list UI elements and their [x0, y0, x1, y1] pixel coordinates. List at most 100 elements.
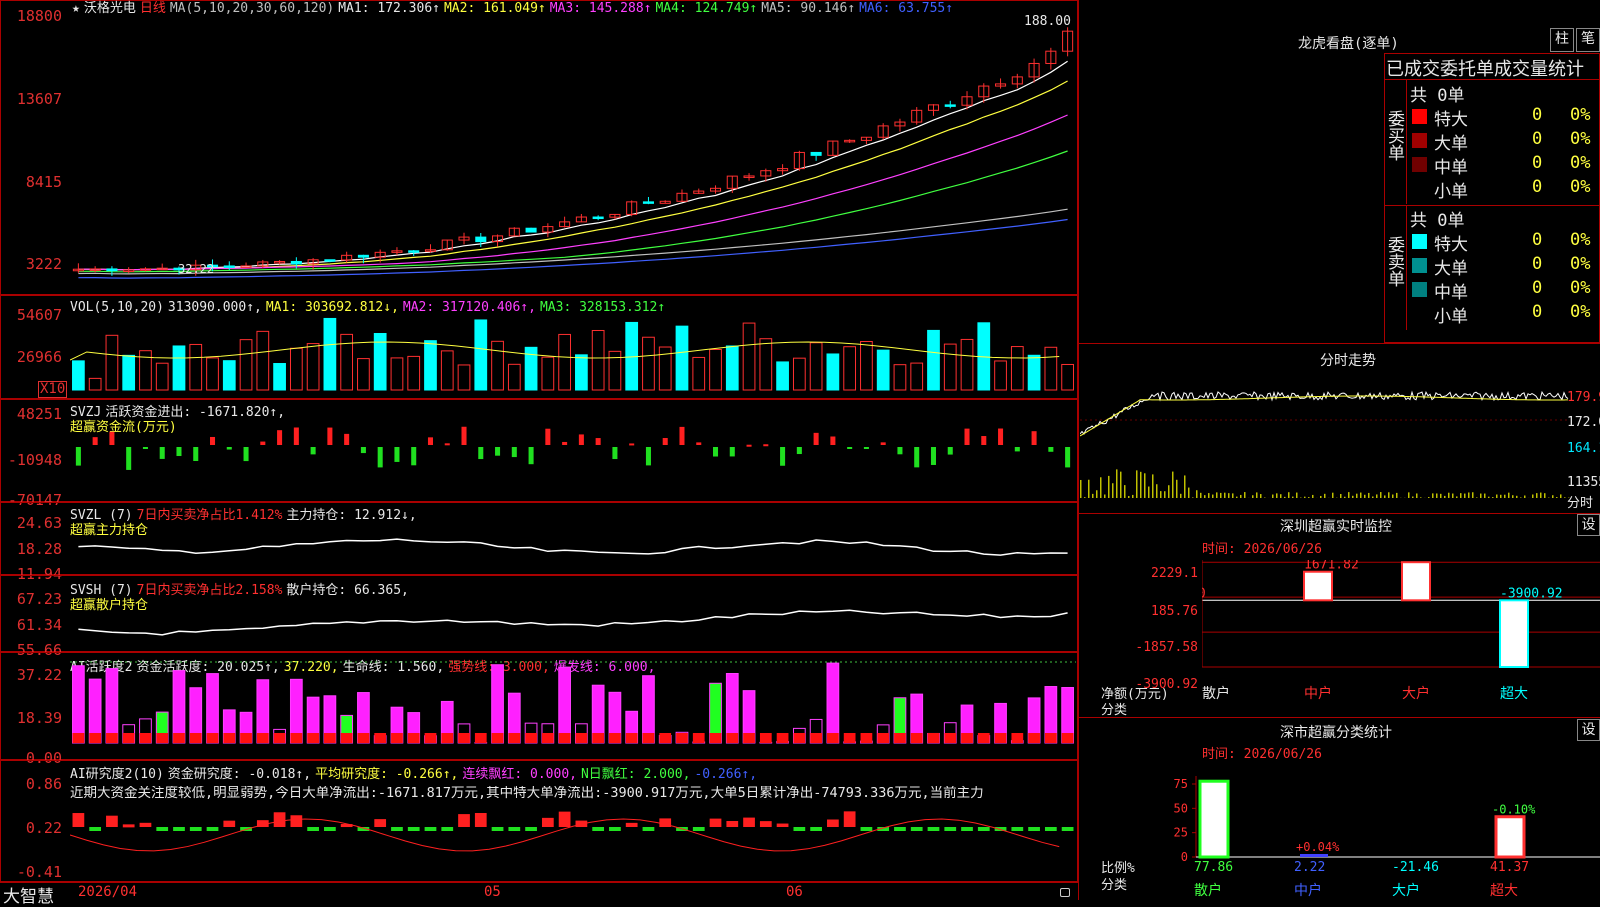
intraday-volume-bar	[1180, 494, 1182, 498]
svzl-line[interactable]	[70, 503, 1076, 574]
column-view-button[interactable]: 柱	[1550, 28, 1574, 52]
intraday-volume-bar	[1560, 494, 1562, 498]
flow-bar	[679, 427, 684, 445]
activity-base	[441, 733, 453, 743]
volume-bar	[508, 364, 520, 390]
flow-bar	[76, 447, 81, 466]
activity-base	[257, 733, 269, 743]
classify-title: 深市超赢分类统计	[1280, 722, 1392, 742]
candlestick-chart[interactable]	[70, 18, 1076, 294]
intraday-volume-bar	[1236, 497, 1238, 498]
buy-total: 共 0单	[1410, 81, 1464, 106]
intraday-volume-bar	[1144, 473, 1146, 498]
research-bars[interactable]	[70, 805, 1076, 881]
research-bar	[408, 827, 420, 831]
flow-bar	[512, 447, 517, 457]
intraday-chart[interactable]	[1080, 372, 1570, 508]
classify-ytick: 50	[1174, 801, 1188, 815]
indicator-line	[78, 610, 1067, 635]
tick-view-button[interactable]: 笔	[1576, 28, 1600, 52]
intraday-volume-bar	[1208, 493, 1210, 498]
activity-base	[911, 733, 923, 743]
svzj-bars[interactable]	[70, 400, 1076, 501]
activity-bar	[827, 663, 839, 743]
flow-bar	[596, 438, 601, 445]
research-a: 资金研究度: -0.018↑,	[168, 767, 311, 782]
activity-base	[928, 733, 940, 743]
candle	[643, 202, 653, 204]
svsh-line[interactable]	[70, 576, 1076, 651]
volume-bar	[173, 346, 185, 390]
longhu-divider	[1384, 79, 1600, 80]
monitor-ytick: 185.76	[1118, 604, 1198, 619]
intraday-volume-bar	[1500, 495, 1502, 498]
activity-base	[492, 733, 504, 743]
intraday-volume-bar	[1520, 497, 1522, 498]
candle	[945, 105, 955, 107]
intraday-volume-bar	[1312, 495, 1314, 498]
flow-bar	[294, 427, 299, 445]
candle	[593, 217, 603, 219]
volume-bar	[1062, 364, 1074, 390]
order-count: 0	[1532, 302, 1542, 322]
lock-icon[interactable]	[1060, 888, 1070, 897]
activity-base	[676, 733, 688, 743]
research-bar	[441, 827, 453, 831]
intraday-volume-bar	[1524, 495, 1526, 498]
intraday-volume-bar	[1512, 495, 1514, 498]
volume-bars[interactable]	[70, 300, 1076, 398]
flow-bar	[93, 437, 98, 445]
color-swatch	[1412, 133, 1427, 148]
period-label[interactable]: 日线	[140, 1, 166, 16]
intraday-volume-bar	[1256, 492, 1258, 498]
intraday-volume-bar	[1368, 493, 1370, 498]
order-count: 0	[1532, 153, 1542, 173]
research-bar	[425, 827, 437, 831]
activity-base	[861, 733, 873, 743]
research-bar	[307, 827, 319, 831]
ma2-value: MA2: 161.049↑	[444, 1, 546, 16]
research-d: N日飘红: 2.000,	[581, 767, 690, 782]
intraday-volume-bar	[1128, 496, 1130, 498]
flow-bar	[629, 443, 634, 445]
activity-base	[726, 733, 738, 743]
active-bars[interactable]	[70, 653, 1076, 759]
flow-bar	[311, 447, 316, 454]
research-bar	[106, 816, 118, 827]
order-count: 0	[1532, 230, 1542, 250]
activity-bar	[106, 669, 118, 743]
volume-bar	[793, 358, 805, 390]
monitor-date: 时间: 2026/06/26	[1202, 538, 1322, 557]
intraday-volume-bar	[1348, 492, 1350, 498]
research-bar	[156, 827, 168, 831]
low-price-label: 32.22	[178, 262, 214, 276]
intraday-volume-bar	[1200, 493, 1202, 498]
order-size-label: 特大	[1434, 105, 1468, 130]
flow-bar	[495, 447, 500, 456]
research-bar	[961, 827, 973, 831]
research-bar	[861, 827, 873, 831]
order-size-label: 中单	[1434, 278, 1468, 303]
classify-bar-chart[interactable]: 755025077.86散户+0.04%2.22中户-21.46大户-0.10%…	[1160, 776, 1600, 900]
monitor-bar-chart[interactable]: -0散户1671.82中户2229.1大户-3900.92超大	[1202, 560, 1600, 716]
candle	[291, 261, 301, 263]
flow-bar	[378, 447, 383, 467]
ma4-value: MA4: 124.749↑	[655, 1, 757, 16]
flow-bar	[160, 447, 165, 459]
ma-line	[78, 61, 1067, 269]
volume-bar	[944, 344, 956, 390]
volume-bar	[358, 359, 370, 390]
research-bar	[525, 827, 537, 831]
activity-base	[659, 733, 671, 743]
research-bar	[73, 813, 85, 827]
classify-settings-button[interactable]: 设	[1577, 719, 1600, 741]
monitor-settings-button[interactable]: 设	[1577, 514, 1600, 536]
activity-base	[760, 733, 772, 743]
research-bar	[793, 827, 805, 831]
intraday-volume-bar	[1460, 493, 1462, 498]
intraday-volume-bar	[1136, 470, 1138, 498]
flow-bar	[143, 447, 148, 449]
intraday-volume-bar	[1116, 469, 1118, 498]
classify-category-label: 大户	[1392, 882, 1420, 899]
intraday-volume-bar	[1476, 497, 1478, 498]
